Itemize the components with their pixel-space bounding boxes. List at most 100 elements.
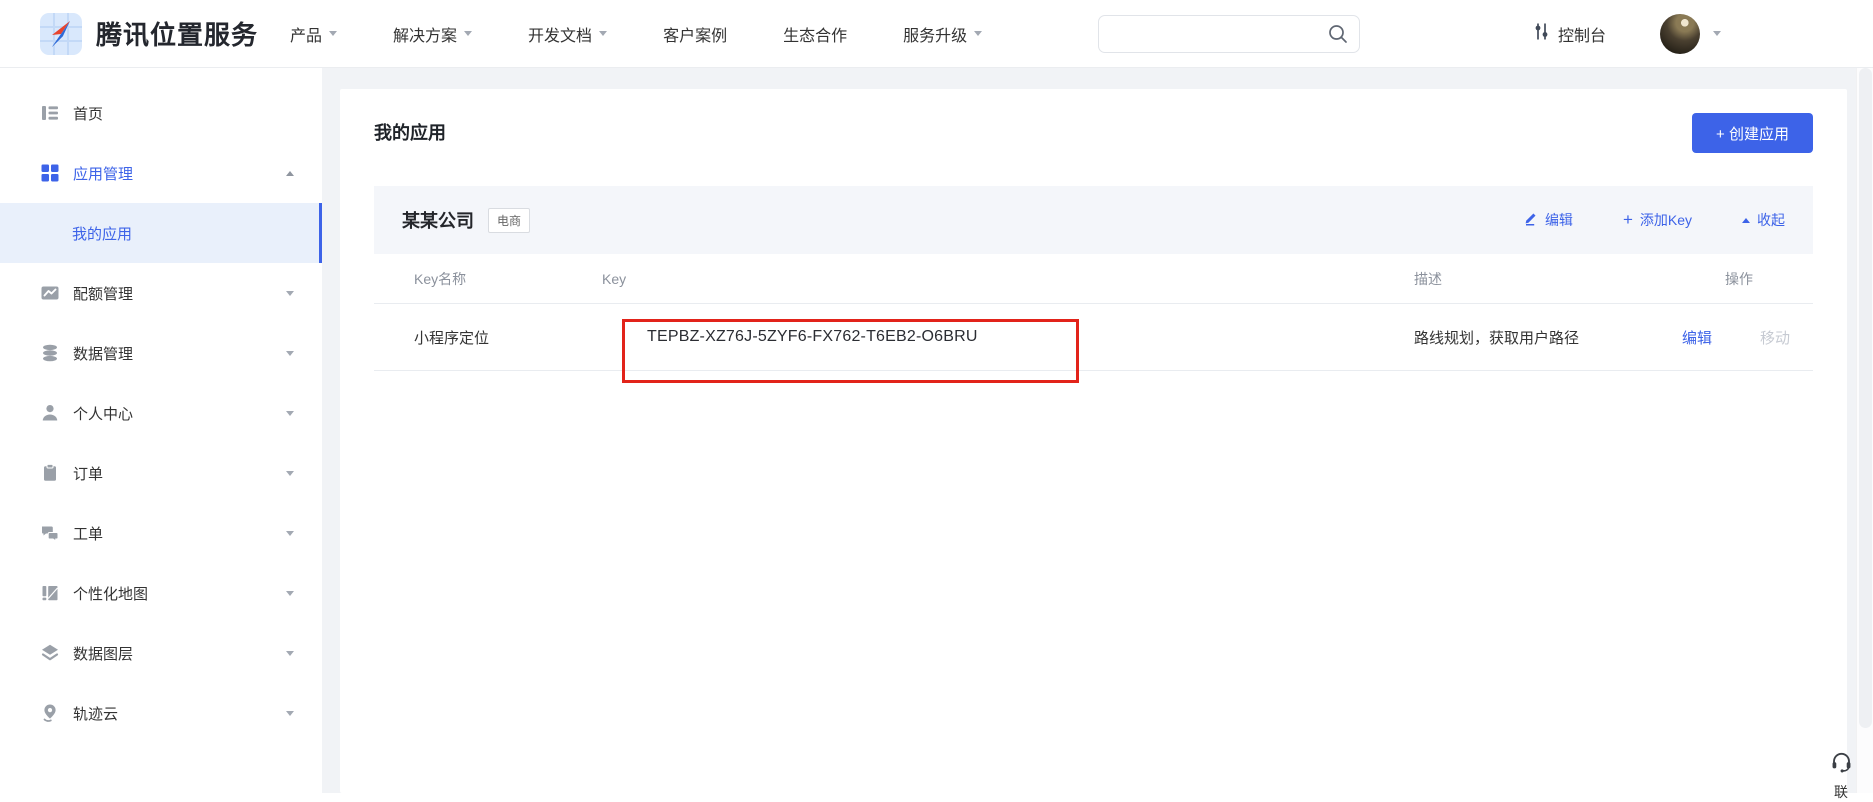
row-edit-link[interactable]: 编辑 [1682,327,1712,348]
app-card-header: 某某公司 电商 编辑 + 添加Key [374,186,1813,254]
caret-down-icon [464,31,472,36]
add-key-link[interactable]: + 添加Key [1623,210,1692,230]
pencil-icon [1524,211,1538,229]
caret-down-icon [286,711,294,716]
sidebar-item-quota[interactable]: 配额管理 [0,263,322,323]
nav-item-label: 开发文档 [528,22,592,46]
search-box [1098,15,1360,53]
quota-chart-icon [40,283,60,303]
caret-down-icon [329,31,337,36]
caret-down-icon [286,291,294,296]
card-header-actions: 编辑 + 添加Key 收起 [1524,210,1785,230]
description-cell: 路线规划，获取用户路径 [1402,327,1682,348]
main-area: 我的应用 + 创建应用 某某公司 电商 编辑 [322,68,1856,793]
page-scrollbar-track[interactable] [1856,68,1873,793]
nav-item-label: 生态合作 [783,22,847,46]
page-scrollbar-thumb[interactable] [1859,68,1872,728]
sidebar-item-tickets[interactable]: 工单 [0,503,322,563]
caret-down-icon [286,471,294,476]
nav-item-solutions[interactable]: 解决方案 [393,22,472,46]
sidebar-item-home[interactable]: 首页 [0,83,322,143]
caret-down-icon [974,31,982,36]
sidebar-item-custom-map[interactable]: 个性化地图 [0,563,322,623]
caret-down-icon [599,31,607,36]
console-link[interactable]: 控制台 [1533,22,1606,46]
navbar-right: 控制台 [1533,14,1873,54]
collapse-label: 收起 [1757,210,1785,230]
col-header-key-name: Key名称 [374,269,602,289]
sidebar-item-label: 个人中心 [73,403,133,424]
plus-icon: + [1623,213,1633,227]
service-label: 联 [1834,782,1848,802]
order-clipboard-icon [40,463,60,483]
headset-icon [1829,749,1854,779]
caret-up-icon [286,171,294,176]
page-title: 我的应用 [374,119,1813,145]
sidebar-item-orders[interactable]: 订单 [0,443,322,503]
key-name-cell: 小程序定位 [374,327,602,348]
grid-icon [40,163,60,183]
add-key-label: 添加Key [1640,210,1692,230]
key-table-row: 小程序定位 TEPBZ-XZ76J-5ZYF6-FX762-T6EB2-O6BR… [374,304,1813,371]
nav-item-ecosystem[interactable]: 生态合作 [783,22,847,46]
caret-down-icon [286,531,294,536]
row-actions: 编辑 移动 [1682,327,1813,348]
nav-item-label: 客户案例 [663,22,727,46]
sidebar-item-personal-center[interactable]: 个人中心 [0,383,322,443]
edit-app-link[interactable]: 编辑 [1524,210,1573,230]
custom-map-icon [40,583,60,603]
customer-service-widget[interactable]: 联 [1819,749,1863,802]
top-navbar: 腾讯位置服务 产品 解决方案 开发文档 客户案例 生态合作 服务升级 [0,0,1873,68]
content-panel: 我的应用 + 创建应用 某某公司 电商 编辑 [340,89,1847,793]
avatar[interactable] [1660,14,1700,54]
sidebar-item-label: 轨迹云 [73,703,118,724]
sidebar: 首页 应用管理 我的应用 配额管理 [0,68,322,793]
nav-item-label: 服务升级 [903,22,967,46]
nav-item-docs[interactable]: 开发文档 [528,22,607,46]
search-icon[interactable] [1327,23,1349,50]
collapse-link[interactable]: 收起 [1742,210,1785,230]
search-input[interactable] [1098,15,1360,53]
sidebar-item-data-management[interactable]: 数据管理 [0,323,322,383]
col-header-actions: 操作 [1682,269,1813,289]
compass-logo-icon [40,13,82,55]
nav-menu: 产品 解决方案 开发文档 客户案例 生态合作 服务升级 [290,22,1038,46]
caret-up-icon [1742,218,1750,223]
sidebar-item-label: 数据图层 [73,643,133,664]
sidebar-item-data-layers[interactable]: 数据图层 [0,623,322,683]
nav-item-products[interactable]: 产品 [290,22,337,46]
sliders-icon [1533,22,1550,46]
edit-app-label: 编辑 [1545,210,1573,230]
nav-item-service-upgrade[interactable]: 服务升级 [903,22,982,46]
database-icon [40,343,60,363]
col-header-description: 描述 [1402,269,1682,289]
console-label: 控制台 [1558,22,1606,46]
sidebar-subitem-label: 我的应用 [72,223,132,244]
sidebar-item-label: 个性化地图 [73,583,148,604]
sidebar-item-label: 首页 [73,103,103,124]
brand[interactable]: 腾讯位置服务 [40,13,258,55]
caret-down-icon [286,651,294,656]
company-name: 某某公司 [402,207,474,233]
key-value-cell: TEPBZ-XZ76J-5ZYF6-FX762-T6EB2-O6BRU [602,328,1402,346]
sidebar-item-label: 数据管理 [73,343,133,364]
col-header-key: Key [602,271,1402,287]
caret-down-icon [286,591,294,596]
sidebar-item-label: 应用管理 [73,163,133,184]
app-card: 某某公司 电商 编辑 + 添加Key [374,186,1813,371]
nav-item-cases[interactable]: 客户案例 [663,22,727,46]
sidebar-item-app-management[interactable]: 应用管理 [0,143,322,203]
create-app-button[interactable]: + 创建应用 [1692,113,1813,153]
sidebar-item-label: 工单 [73,523,103,544]
row-move-link-disabled: 移动 [1760,327,1790,348]
sidebar-item-label: 配额管理 [73,283,133,304]
sidebar-subitem-my-apps[interactable]: 我的应用 [0,203,322,263]
layers-icon [40,643,60,663]
nav-item-label: 解决方案 [393,22,457,46]
avatar-caret-down-icon[interactable] [1713,31,1721,36]
track-pin-icon [40,703,60,723]
ticket-chat-icon [40,523,60,543]
sidebar-item-track-cloud[interactable]: 轨迹云 [0,683,322,743]
key-table-header: Key名称 Key 描述 操作 [374,254,1813,304]
list-icon [40,103,60,123]
